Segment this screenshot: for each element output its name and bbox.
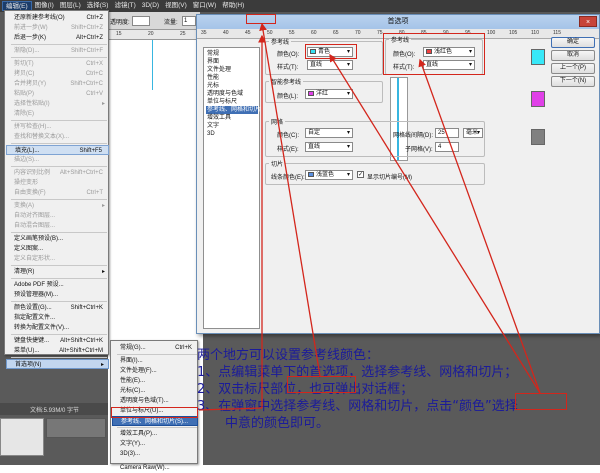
menu-item-label: Camera Raw(W)... [120,465,170,471]
annotation-arrows [198,22,541,411]
